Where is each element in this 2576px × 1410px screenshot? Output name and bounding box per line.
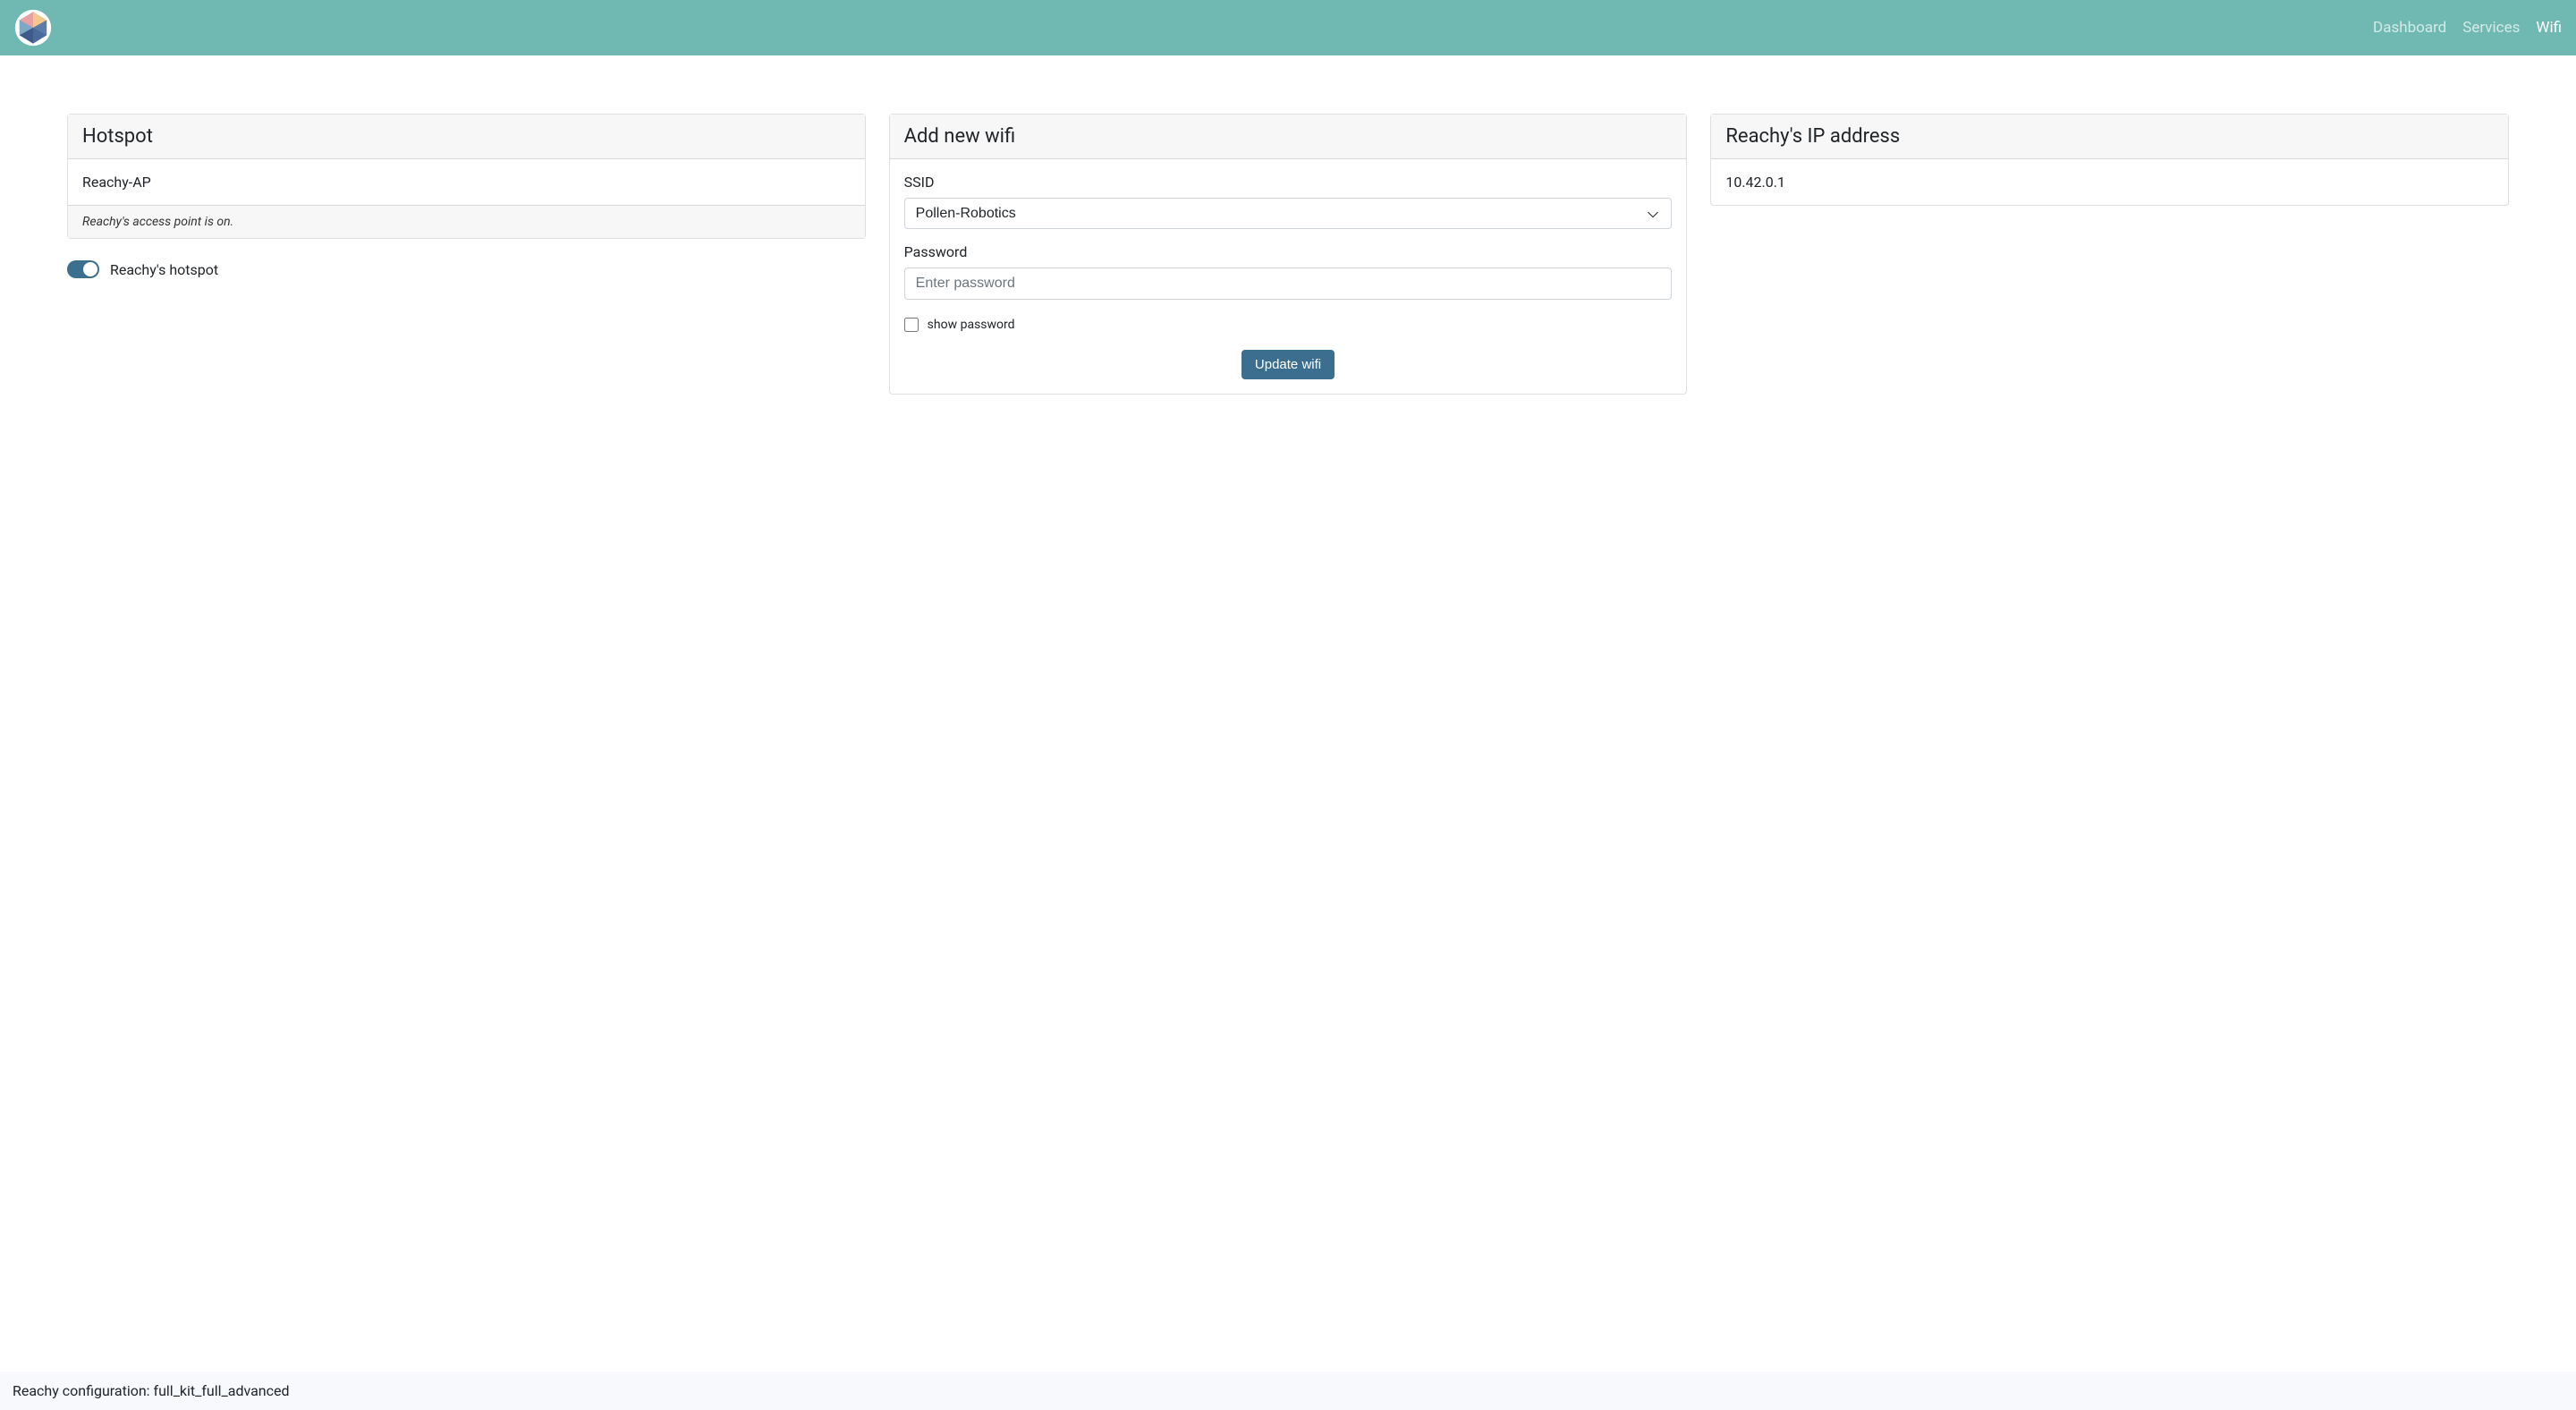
submit-button-wrap: Update wifi — [904, 350, 1673, 379]
footer: Reachy configuration: full_kit_full_adva… — [0, 1372, 2576, 1410]
hotspot-card-body: Reachy-AP — [68, 159, 865, 205]
password-field-group: Password — [904, 243, 1673, 300]
wifi-form-card: Add new wifi SSID Pollen-Robotics — [889, 114, 1688, 395]
ssid-select[interactable]: Pollen-Robotics — [904, 198, 1673, 229]
show-password-label[interactable]: show password — [928, 318, 1015, 332]
hotspot-toggle[interactable] — [67, 260, 99, 278]
hotspot-network-name: Reachy-AP — [82, 174, 151, 191]
ip-card-title: Reachy's IP address — [1711, 115, 2508, 159]
logo-icon — [14, 9, 52, 47]
hotspot-column: Hotspot Reachy-AP Reachy's access point … — [67, 114, 866, 278]
password-input[interactable] — [904, 268, 1673, 300]
wifi-form-card-body: SSID Pollen-Robotics Password — [890, 159, 1687, 394]
nav-link-dashboard[interactable]: Dashboard — [2373, 19, 2446, 37]
navbar-nav: Dashboard Services Wifi — [2373, 19, 2562, 37]
navbar: Dashboard Services Wifi — [0, 0, 2576, 55]
main-container: Hotspot Reachy-AP Reachy's access point … — [0, 55, 2576, 1372]
ssid-field-group: SSID Pollen-Robotics — [904, 174, 1673, 229]
hotspot-card-footer: Reachy's access point is on. — [68, 205, 865, 238]
show-password-checkbox[interactable] — [904, 318, 919, 332]
hotspot-card-title: Hotspot — [68, 115, 865, 159]
ip-card-body: 10.42.0.1 — [1711, 159, 2508, 205]
ssid-label: SSID — [904, 174, 1673, 191]
password-label: Password — [904, 243, 1673, 260]
ip-address-value: 10.42.0.1 — [1725, 174, 1785, 191]
hotspot-toggle-label: Reachy's hotspot — [110, 261, 218, 278]
ssid-select-wrapper: Pollen-Robotics — [904, 198, 1673, 229]
hotspot-toggle-knob — [83, 262, 97, 276]
update-wifi-button[interactable]: Update wifi — [1241, 350, 1335, 379]
ip-column: Reachy's IP address 10.42.0.1 — [1710, 114, 2509, 206]
wifi-form-column: Add new wifi SSID Pollen-Robotics — [889, 114, 1688, 395]
cards-row: Hotspot Reachy-AP Reachy's access point … — [67, 114, 2509, 395]
nav-link-services[interactable]: Services — [2462, 19, 2520, 37]
hotspot-card: Hotspot Reachy-AP Reachy's access point … — [67, 114, 866, 239]
footer-text: Reachy configuration: full_kit_full_adva… — [13, 1382, 290, 1399]
hotspot-toggle-row: Reachy's hotspot — [67, 260, 866, 278]
show-password-check: show password — [904, 318, 1673, 332]
ip-card: Reachy's IP address 10.42.0.1 — [1710, 114, 2509, 206]
brand-link[interactable] — [14, 9, 52, 47]
wifi-form-card-title: Add new wifi — [890, 115, 1687, 159]
nav-link-wifi[interactable]: Wifi — [2536, 19, 2562, 37]
